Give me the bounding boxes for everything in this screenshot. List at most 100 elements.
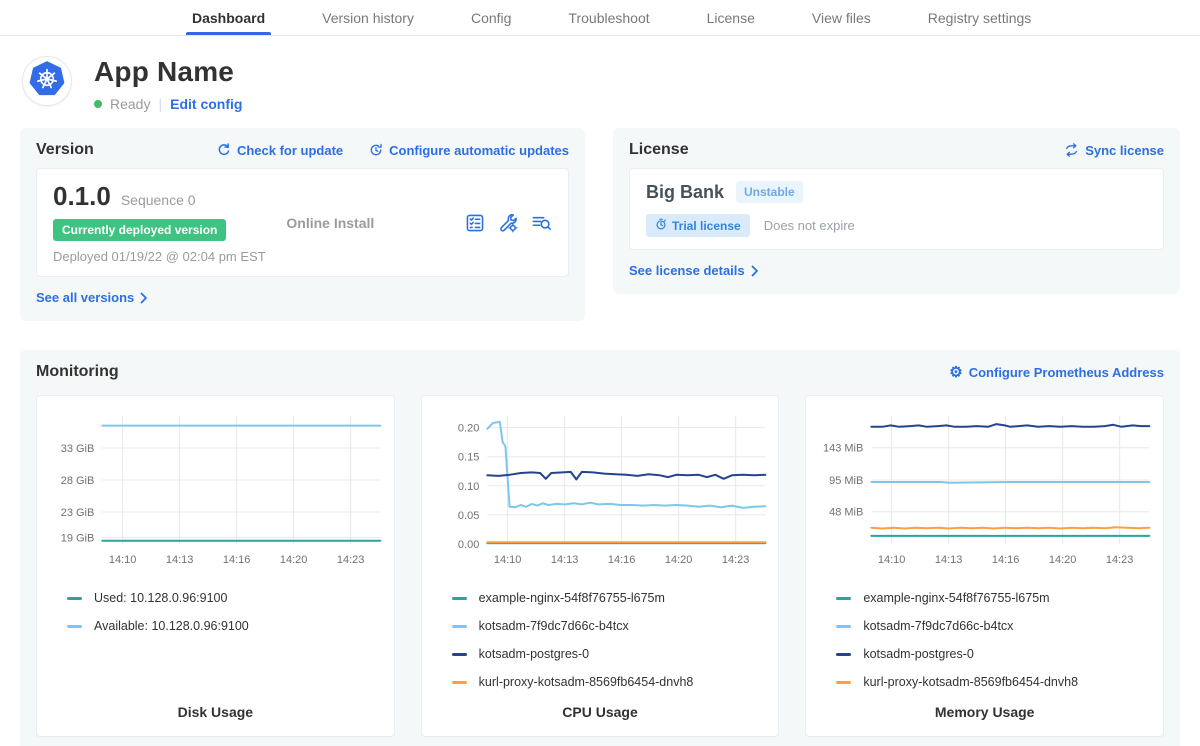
svg-text:0.00: 0.00 [458,539,479,551]
deployed-badge: Currently deployed version [53,219,226,241]
legend-item: kurl-proxy-kotsadm-8569fb6454-dnvh8 [836,668,1155,696]
svg-text:14:16: 14:16 [223,554,251,566]
svg-text:0.05: 0.05 [458,510,479,522]
top-navigation: Dashboard Version history Config Trouble… [0,0,1200,36]
configure-auto-updates-link[interactable]: Configure automatic updates [369,143,569,158]
cpu-usage-legend: example-nginx-54f8f76755-l675mkotsadm-7f… [430,584,771,696]
svg-text:14:20: 14:20 [280,554,308,566]
monitoring-card: Monitoring ⚙ Configure Prometheus Addres… [20,350,1180,746]
check-for-update-link[interactable]: Check for update [217,143,343,158]
svg-text:28 GiB: 28 GiB [61,475,95,487]
install-type-label: Online Install [286,215,444,231]
config-wrench-icon[interactable] [498,213,518,233]
current-version-box: 0.1.0 Sequence 0 Currently deployed vers… [36,168,569,277]
memory-usage-plot: 48 MiB 95 MiB 143 MiB 14:10 14:13 14:16 14:20 1… [814,406,1155,574]
gear-icon: ⚙ [949,365,962,380]
memory-usage-chart: 48 MiB 95 MiB 143 MiB 14:10 14:13 14:16 14:20 1… [805,395,1164,737]
svg-text:14:20: 14:20 [1049,554,1077,566]
license-info-box: Big Bank Unstable Trial license [629,168,1164,250]
channel-badge: Unstable [736,181,803,203]
svg-text:23 GiB: 23 GiB [61,507,95,519]
legend-item: example-nginx-54f8f76755-l675m [836,584,1155,612]
svg-text:14:13: 14:13 [551,554,579,566]
tab-config[interactable]: Config [471,0,511,35]
trial-license-badge: Trial license [646,214,750,237]
legend-item: kotsadm-postgres-0 [452,640,771,668]
svg-text:95 MiB: 95 MiB [829,475,863,487]
deployed-timestamp: Deployed 01/19/22 @ 02:04 pm EST [53,249,266,264]
chart-title: CPU Usage [430,704,771,720]
legend-item: kotsadm-7f9dc7d66c-b4tcx [452,612,771,640]
tab-registry-settings[interactable]: Registry settings [928,0,1031,35]
version-number: 0.1.0 [53,181,111,212]
chart-title: Disk Usage [45,704,386,720]
tab-license[interactable]: License [707,0,755,35]
svg-text:14:10: 14:10 [494,554,522,566]
tab-troubleshoot[interactable]: Troubleshoot [568,0,649,35]
clock-arrow-icon [369,143,383,157]
preflight-checks-icon[interactable] [465,213,485,233]
svg-text:14:23: 14:23 [1106,554,1134,566]
charts-row: 19 GiB 23 GiB 28 GiB 33 GiB 14:10 14:13 14:16 1… [36,395,1164,737]
status-dot [94,100,102,108]
customer-name: Big Bank [646,182,724,203]
legend-item: kotsadm-postgres-0 [836,640,1155,668]
configure-prometheus-link[interactable]: ⚙ Configure Prometheus Address [949,365,1164,380]
memory-usage-legend: example-nginx-54f8f76755-l675mkotsadm-7f… [814,584,1155,696]
sync-arrows-icon [1064,143,1079,157]
expiry-text: Does not expire [764,218,855,233]
version-card-title: Version [36,141,94,159]
edit-config-link[interactable]: Edit config [170,96,242,112]
app-title-block: App Name Ready | Edit config [94,56,242,112]
see-all-versions-link[interactable]: See all versions [36,290,148,305]
svg-text:0.20: 0.20 [458,423,479,435]
cards-row: Version Check for update [0,128,1200,321]
svg-text:14:23: 14:23 [722,554,750,566]
cpu-usage-chart: 0.00 0.05 0.10 0.15 0.20 14:10 14:13 14:16 14:20… [421,395,780,737]
svg-text:14:23: 14:23 [337,554,365,566]
svg-text:14:16: 14:16 [992,554,1020,566]
see-license-details-link[interactable]: See license details [629,263,759,278]
version-card: Version Check for update [20,128,585,321]
app-logo [22,56,72,106]
view-logs-icon[interactable] [531,213,552,233]
svg-text:14:10: 14:10 [109,554,137,566]
disk-usage-plot: 19 GiB 23 GiB 28 GiB 33 GiB 14:10 14:13 14:16 1… [45,406,386,574]
monitoring-title: Monitoring [36,363,119,381]
svg-text:14:16: 14:16 [608,554,636,566]
legend-item: kotsadm-7f9dc7d66c-b4tcx [836,612,1155,640]
svg-text:33 GiB: 33 GiB [61,443,95,455]
license-card: License Sync license Big Bank Unstable [613,128,1180,294]
chart-title: Memory Usage [814,704,1155,720]
svg-text:19 GiB: 19 GiB [61,533,95,545]
refresh-icon [217,143,231,157]
version-info: 0.1.0 Sequence 0 Currently deployed vers… [53,181,266,264]
kubernetes-icon [28,60,66,103]
tab-version-history[interactable]: Version history [322,0,414,35]
svg-text:143 MiB: 143 MiB [823,443,863,455]
sync-license-link[interactable]: Sync license [1064,143,1164,158]
divider: | [158,96,162,112]
tab-view-files[interactable]: View files [812,0,871,35]
sequence-label: Sequence 0 [121,192,196,208]
stopwatch-icon [655,218,667,233]
legend-item: Used: 10.128.0.96:9100 [67,584,386,612]
svg-text:14:10: 14:10 [878,554,906,566]
svg-text:14:13: 14:13 [935,554,963,566]
app-header: App Name Ready | Edit config [0,36,1200,128]
svg-text:48 MiB: 48 MiB [829,507,863,519]
legend-item: Available: 10.128.0.96:9100 [67,612,386,640]
tab-dashboard[interactable]: Dashboard [192,0,265,35]
svg-text:0.15: 0.15 [458,452,479,464]
cpu-usage-plot: 0.00 0.05 0.10 0.15 0.20 14:10 14:13 14:16 14:20… [430,406,771,574]
license-card-title: License [629,141,689,159]
legend-item: example-nginx-54f8f76755-l675m [452,584,771,612]
disk-usage-legend: Used: 10.128.0.96:9100Available: 10.128.… [45,584,386,640]
svg-text:0.10: 0.10 [458,481,479,493]
page-title: App Name [94,56,242,88]
status-label: Ready [110,96,150,112]
disk-usage-chart: 19 GiB 23 GiB 28 GiB 33 GiB 14:10 14:13 14:16 1… [36,395,395,737]
svg-text:14:20: 14:20 [665,554,693,566]
legend-item: kurl-proxy-kotsadm-8569fb6454-dnvh8 [452,668,771,696]
svg-text:14:13: 14:13 [166,554,194,566]
